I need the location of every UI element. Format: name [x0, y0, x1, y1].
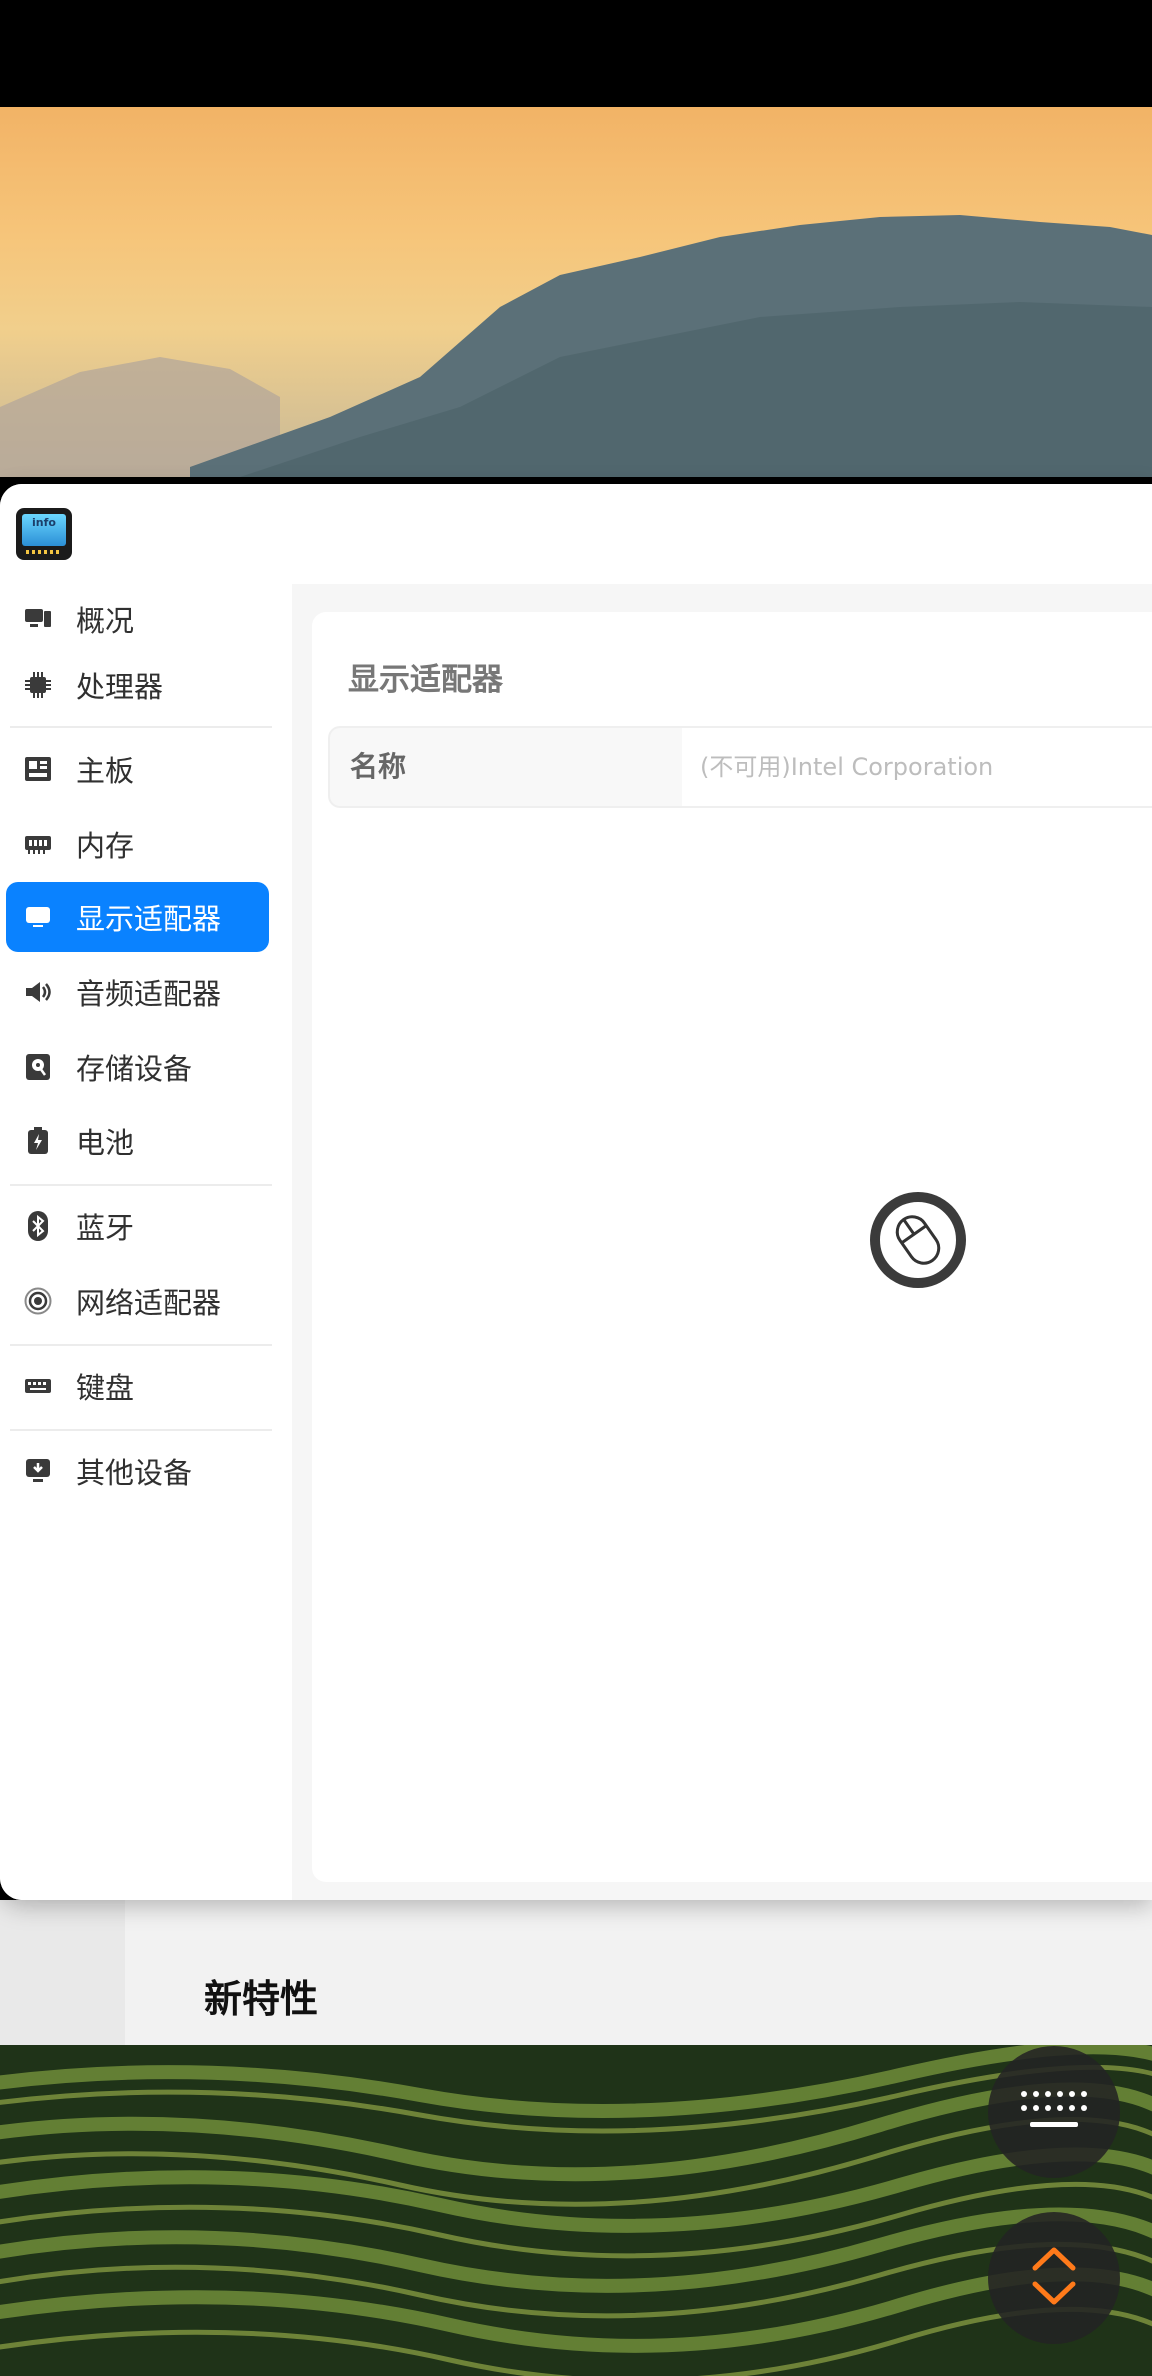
sidebar-item-audio[interactable]: 音频适配器 — [6, 957, 269, 1027]
sidebar-item-label: 主板 — [76, 754, 135, 788]
wallpaper-terraces — [0, 2045, 1152, 2376]
sidebar-item-label: 内存 — [76, 829, 135, 863]
speaker-icon — [24, 978, 52, 1006]
monitor-icon — [24, 605, 52, 633]
battery-icon — [24, 1127, 52, 1155]
sidebar-item-memory[interactable]: 内存 — [6, 809, 269, 879]
sidebar-item-display[interactable]: 显示适配器 — [6, 882, 269, 952]
network-icon — [24, 1287, 52, 1315]
sidebar-divider — [10, 1429, 272, 1431]
display-adapter-icon — [24, 903, 52, 931]
background-page: 新特性 — [0, 1900, 1152, 2045]
device-info-window: info 概况 处理器 主板 内存 显示适配器 音频适配器 存储设备 电池 蓝牙… — [0, 484, 1152, 1900]
sidebar-item-label: 处理器 — [76, 670, 164, 704]
app-icon-screen: info — [22, 514, 66, 546]
scroll-toggle-button[interactable] — [988, 2212, 1120, 2344]
bluetooth-icon — [24, 1211, 52, 1241]
sidebar-item-label: 概况 — [76, 604, 135, 638]
sidebar-item-label: 显示适配器 — [76, 902, 222, 936]
sidebar-item-label: 电池 — [76, 1126, 135, 1160]
content-area: 显示适配器 名称 (不可用)Intel Corporation — [292, 584, 1152, 1900]
sidebar-item-bluetooth[interactable]: 蓝牙 — [6, 1191, 269, 1261]
sidebar-item-label: 键盘 — [76, 1371, 135, 1405]
sidebar-item-other[interactable]: 其他设备 — [6, 1436, 269, 1506]
sidebar-item-network[interactable]: 网络适配器 — [6, 1266, 269, 1336]
titlebar: info — [0, 484, 1152, 584]
sidebar-item-label: 网络适配器 — [76, 1286, 222, 1320]
sidebar-item-overview[interactable]: 概况 — [6, 584, 269, 654]
sidebar-item-storage[interactable]: 存储设备 — [6, 1032, 269, 1102]
sidebar-item-label: 蓝牙 — [76, 1211, 135, 1245]
sidebar-item-motherboard[interactable]: 主板 — [6, 734, 269, 804]
info-key: 名称 — [330, 728, 682, 806]
storage-icon — [24, 1053, 52, 1081]
wallpaper-mountains — [0, 107, 1152, 477]
info-value: (不可用)Intel Corporation — [682, 728, 1152, 806]
sidebar: 概况 处理器 主板 内存 显示适配器 音频适配器 存储设备 电池 蓝牙 网络适配… — [0, 584, 292, 1900]
keyboard-icon — [1016, 2086, 1092, 2138]
sidebar-item-label: 其他设备 — [76, 1456, 193, 1490]
app-icon: info — [16, 508, 72, 560]
sidebar-item-battery[interactable]: 电池 — [6, 1106, 269, 1176]
sidebar-item-keyboard[interactable]: 键盘 — [6, 1351, 269, 1421]
sidebar-item-label: 音频适配器 — [76, 977, 222, 1011]
chevron-up-down-icon — [1029, 2244, 1079, 2312]
other-devices-icon — [24, 1457, 52, 1485]
content-card: 显示适配器 名称 (不可用)Intel Corporation — [312, 612, 1152, 1882]
mouse-cursor-icon[interactable] — [870, 1192, 966, 1288]
section-title: 显示适配器 — [348, 662, 503, 698]
sidebar-divider — [10, 1184, 272, 1186]
memory-icon — [24, 830, 52, 858]
status-bar — [0, 0, 1152, 107]
keyboard-toggle-button[interactable] — [988, 2046, 1120, 2178]
cpu-icon — [24, 671, 52, 699]
motherboard-icon — [24, 755, 52, 783]
sidebar-item-cpu[interactable]: 处理器 — [6, 650, 269, 720]
sidebar-divider — [10, 726, 272, 728]
background-page-sidebar — [0, 1900, 125, 2045]
background-page-title: 新特性 — [204, 1977, 319, 2021]
keyboard-icon — [24, 1372, 52, 1400]
sidebar-divider — [10, 1344, 272, 1346]
info-table: 名称 (不可用)Intel Corporation — [328, 726, 1152, 808]
sidebar-item-label: 存储设备 — [76, 1052, 193, 1086]
